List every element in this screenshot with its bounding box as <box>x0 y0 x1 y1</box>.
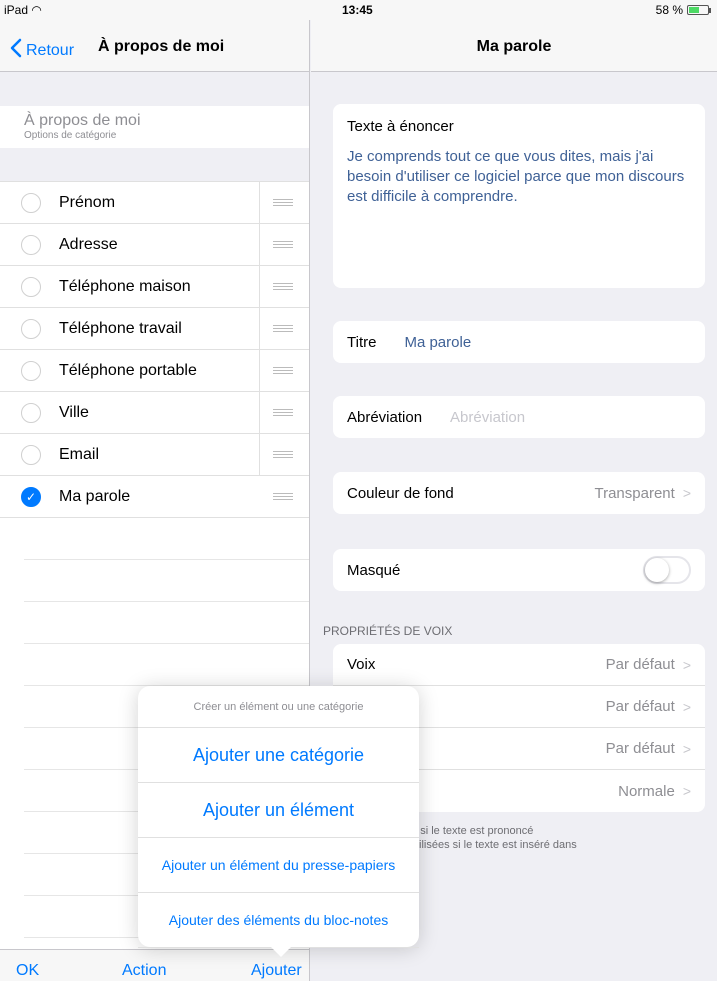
reorder-icon[interactable] <box>273 241 293 249</box>
list-item[interactable]: Téléphone maison <box>0 266 309 308</box>
action-button[interactable]: Action <box>122 962 166 980</box>
reorder-icon[interactable] <box>273 325 293 333</box>
list-item[interactable]: Téléphone travail <box>0 308 309 350</box>
chevron-right-icon: > <box>682 656 691 673</box>
add-notes-items-button[interactable]: Ajouter des éléments du bloc-notes <box>138 893 419 948</box>
background-color-row[interactable]: Couleur de fond Transparent > <box>333 472 705 514</box>
radio-icon[interactable] <box>21 402 41 423</box>
add-category-button[interactable]: Ajouter une catégorie <box>138 728 419 783</box>
battery-percent: 58 % <box>655 3 683 17</box>
spacer <box>0 148 309 182</box>
title-field[interactable]: Titre Ma parole <box>333 321 705 363</box>
toggle-knob <box>645 558 669 582</box>
reorder-icon[interactable] <box>273 451 293 459</box>
list-item[interactable]: Email <box>0 434 309 476</box>
hidden-row: Masqué <box>333 549 705 591</box>
battery-status: 58 % <box>655 3 711 17</box>
add-clipboard-item-button[interactable]: Ajouter un élément du presse-papiers <box>138 838 419 893</box>
popover-header: Créer un élément ou une catégorie <box>138 686 419 728</box>
device-label: iPad ◠ <box>4 3 42 17</box>
radio-icon[interactable] <box>21 234 41 255</box>
hidden-toggle[interactable] <box>643 556 691 584</box>
ok-button[interactable]: OK <box>16 962 39 980</box>
bottom-toolbar: OK Action Ajouter <box>0 949 309 981</box>
status-bar: iPad ◠ 13:45 58 % <box>0 0 717 20</box>
speak-text[interactable]: Je comprends tout ce que vous dites, mai… <box>347 147 691 207</box>
chevron-right-icon: > <box>682 740 691 757</box>
chevron-right-icon: > <box>682 698 691 715</box>
category-title: À propos de moi <box>24 112 141 129</box>
chevron-right-icon: > <box>682 485 691 501</box>
popover-arrow <box>270 946 292 957</box>
background-color-label: Couleur de fond <box>347 484 454 502</box>
voice-property-value: Par défaut <box>605 656 675 673</box>
left-nav-bar: Retour À propos de moi <box>0 20 309 72</box>
right-nav-title: Ma parole <box>476 38 552 55</box>
chevron-right-icon: > <box>682 783 691 799</box>
title-label: Titre <box>347 333 377 351</box>
left-nav-title: À propos de moi <box>98 38 225 55</box>
voice-property-label: Voix <box>347 656 376 673</box>
list-item[interactable]: Téléphone portable <box>0 350 309 392</box>
reorder-icon[interactable] <box>273 367 293 375</box>
voice-property-value: Par défaut <box>605 698 675 715</box>
hidden-label: Masqué <box>347 561 401 579</box>
voice-property-row[interactable]: Voix Par défaut > <box>333 644 705 686</box>
checkmark-icon[interactable]: ✓ <box>21 486 41 507</box>
battery-icon <box>687 5 711 15</box>
radio-icon[interactable] <box>21 444 41 465</box>
category-subtitle: Options de catégorie <box>24 130 117 141</box>
spacer <box>0 72 309 106</box>
clock: 13:45 <box>342 3 373 17</box>
add-item-button[interactable]: Ajouter un élément <box>138 783 419 838</box>
abbreviation-field[interactable]: Abréviation Abréviation <box>333 396 705 438</box>
back-button[interactable]: Retour <box>10 38 74 63</box>
radio-icon[interactable] <box>21 276 41 297</box>
voice-property-value: Par défaut <box>605 740 675 757</box>
list-item[interactable]: Prénom <box>0 182 309 224</box>
voice-property-value: Normale <box>618 782 675 800</box>
list-item[interactable]: ✓ Ma parole <box>0 476 309 518</box>
radio-icon[interactable] <box>21 360 41 381</box>
abbreviation-input[interactable]: Abréviation <box>450 409 525 426</box>
abbreviation-label: Abréviation <box>347 408 423 426</box>
add-popover: Créer un élément ou une catégorie Ajoute… <box>138 686 419 957</box>
category-options[interactable]: À propos de moi Options de catégorie <box>0 106 309 148</box>
right-nav-bar: Ma parole <box>311 20 717 72</box>
list-item[interactable]: Ville <box>0 392 309 434</box>
speak-label: Texte à énoncer <box>347 118 454 135</box>
reorder-icon[interactable] <box>273 199 293 207</box>
radio-icon[interactable] <box>21 318 41 339</box>
reorder-icon[interactable] <box>273 283 293 291</box>
voice-section-header: PROPRIÉTÉS DE VOIX <box>323 624 453 638</box>
list-item[interactable]: Adresse <box>0 224 309 266</box>
reorder-icon[interactable] <box>273 409 293 417</box>
back-label: Retour <box>26 41 75 59</box>
wifi-icon: ◠ <box>31 3 42 17</box>
title-value[interactable]: Ma parole <box>404 334 471 351</box>
add-button[interactable]: Ajouter <box>251 962 302 980</box>
items-list: Prénom Adresse Téléphone maison Téléphone t… <box>0 182 309 518</box>
radio-icon[interactable] <box>21 192 41 213</box>
speak-text-box[interactable]: Texte à énoncer Je comprends tout ce que… <box>333 104 705 288</box>
chevron-left-icon <box>10 38 22 63</box>
reorder-icon[interactable] <box>273 493 293 501</box>
background-color-value: Transparent <box>594 484 675 502</box>
